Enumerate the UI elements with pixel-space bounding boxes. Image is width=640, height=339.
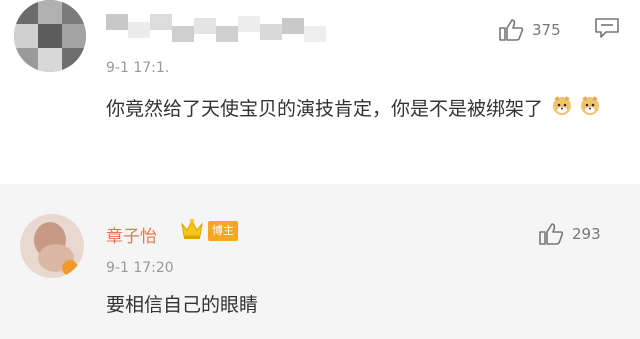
comment-time: 9-1 17:20 — [106, 260, 174, 276]
comment-text-content: 你竟然给了天使宝贝的演技肯定，你是不是被绑架了 — [106, 98, 544, 120]
like-button[interactable]: 293 — [538, 222, 601, 246]
like-count: 293 — [572, 225, 601, 243]
message-icon[interactable] — [594, 16, 620, 44]
like-button[interactable]: 375 — [498, 18, 561, 42]
status-badge: 博主 — [208, 221, 238, 241]
comment-text: 要相信自己的眼睛 — [106, 294, 259, 316]
thumb-up-icon — [499, 19, 524, 41]
username[interactable]: 章子怡 — [106, 222, 157, 247]
comment-time: 9-1 17:1. — [106, 60, 170, 76]
doge-emoji — [551, 93, 573, 127]
doge-emoji — [579, 93, 601, 127]
comment-1: 9-1 17:1. 375 你竟然给了天使宝贝的演技肯定，你是不是被绑架了 — [0, 0, 640, 184]
avatar[interactable] — [20, 214, 84, 278]
username[interactable] — [106, 14, 326, 46]
avatar[interactable] — [14, 0, 86, 72]
thumb-up-icon — [539, 223, 564, 245]
crown-icon — [180, 218, 204, 244]
like-count: 375 — [532, 21, 561, 39]
comment-text: 你竟然给了天使宝贝的演技肯定，你是不是被绑架了 — [106, 92, 626, 127]
comment-2: 章子怡 博主 9-1 17:20 293 要相信自己的眼睛 — [0, 184, 640, 339]
